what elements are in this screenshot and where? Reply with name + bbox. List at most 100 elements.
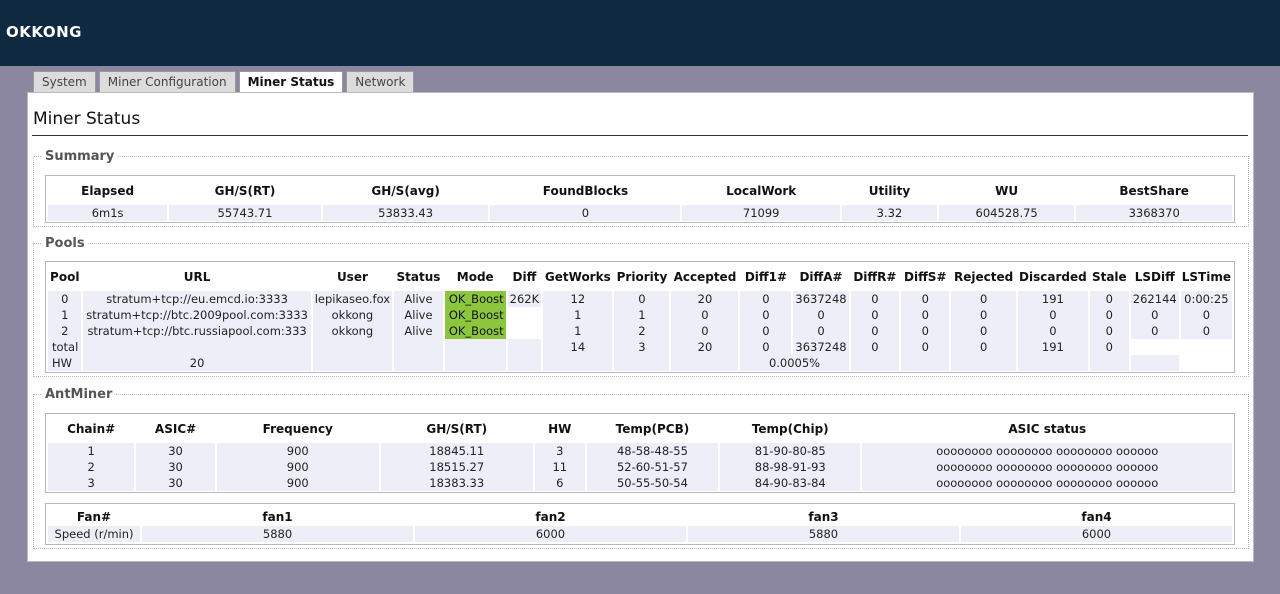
pool-cell: 262144 <box>1130 291 1179 307</box>
pool-cell: 0 <box>48 291 82 307</box>
pools-header-cell: Discarded <box>1019 269 1087 284</box>
pools-header-cell: User <box>336 269 368 284</box>
pool-blank-cell <box>394 355 443 371</box>
pool-total-cell: 0 <box>740 339 792 355</box>
pool-cell: stratum+tcp://btc.russiapool.com:333 <box>83 323 311 339</box>
pool-cell: 262K <box>507 291 542 307</box>
fan-value-cell: 6000 <box>960 526 1232 542</box>
pool-total-cell: 14 <box>543 339 613 355</box>
pool-cell: Alive <box>394 323 443 339</box>
pool-cell: 0 <box>1130 307 1179 323</box>
fan-header-cell: fan4 <box>1081 510 1112 524</box>
pool-blank-cell <box>312 355 393 371</box>
pool-row: 1 stratum+tcp://btc.2009pool.com:3333 okko… <box>48 307 1232 323</box>
pools-header-cell: LSDiff <box>1134 269 1175 284</box>
pools-legend: Pools <box>45 236 85 251</box>
chain-cell: 900 <box>216 443 379 459</box>
summary-header-cell: GH/S(RT) <box>214 183 276 198</box>
fan-header-cell: fan3 <box>808 510 839 524</box>
pool-cell: okkong <box>312 307 393 323</box>
chain-row: 3 30 900 18383.33 6 50-55-50-54 84-90-83-84 ooo… <box>48 475 1232 491</box>
pool-total-cell: 191 <box>1017 339 1088 355</box>
summary-header-cell: WU <box>995 183 1019 198</box>
pool-blank-cell <box>543 355 613 371</box>
pool-cell: 20 <box>671 291 739 307</box>
summary-table-box: Elapsed GH/S(RT) GH/S(avg) FoundBlocks Local… <box>45 175 1235 223</box>
pool-cell: 0 <box>850 307 900 323</box>
chain-row: 1 30 900 18845.11 3 48-58-48-55 81-90-80-85 ooo… <box>48 443 1232 459</box>
pool-total-cell: 3 <box>614 339 670 355</box>
pool-cell: 0 <box>951 323 1016 339</box>
fan-header-cell: fan1 <box>262 510 293 524</box>
pool-blank-cell <box>614 355 670 371</box>
pool-cell: 0 <box>850 291 900 307</box>
tab-miner-status[interactable]: Miner Status <box>238 71 344 93</box>
chain-cell: 6 <box>534 475 585 491</box>
pool-cell: lepikaseo.fox <box>312 291 393 307</box>
summary-header-cell: BestShare <box>1119 183 1189 198</box>
tab-system[interactable]: System <box>33 71 96 92</box>
pool-total-cell: 0 <box>850 339 900 355</box>
pool-total-cell: total <box>48 339 82 355</box>
summary-header-cell: Utility <box>868 183 911 198</box>
pools-header-cell: URL <box>183 269 211 284</box>
pool-row: 2 stratum+tcp://btc.russiapool.com:333 okk… <box>48 323 1232 339</box>
fans-table: Fan# fan1 fan2 fan3 fan4 Speed (r/min) 5880 60… <box>46 508 1234 542</box>
pool-cell: 2 <box>614 323 670 339</box>
pool-hw-row: HW 20 0.0005% <box>48 355 1232 371</box>
tab-miner-configuration[interactable]: Miner Configuration <box>98 71 236 92</box>
pool-total-row: total 14 3 20 0 3637248 0 0 0 191 0 <box>48 339 1232 355</box>
chain-row: 2 30 900 18515.27 11 52-60-51-57 88-98-91-93 oo… <box>48 459 1232 475</box>
pool-cell: 0 <box>793 323 849 339</box>
pool-total-cell <box>1181 339 1232 355</box>
pools-header-cell: Stale <box>1091 269 1127 284</box>
pools-header-cell: Diff <box>512 269 537 284</box>
title-divider <box>32 135 1248 136</box>
pool-cell: stratum+tcp://eu.emcd.io:3333 <box>83 291 311 307</box>
summary-value-cell: 55743.71 <box>169 205 321 221</box>
chain-cell: 30 <box>136 459 215 475</box>
pools-header-cell: LSTime <box>1181 269 1231 284</box>
chain-header-cell: Temp(Chip) <box>751 421 829 436</box>
hw-rate: 0.0005% <box>740 355 849 371</box>
chain-cell: 30 <box>136 443 215 459</box>
tab-network[interactable]: Network <box>346 71 415 92</box>
summary-legend: Summary <box>45 149 115 164</box>
pools-table-box: Pool URL User Status Mode Diff GetWorks Priorit… <box>45 261 1235 373</box>
summary-value-cell: 6m1s <box>48 205 168 221</box>
summary-value-cell: 604528.75 <box>938 205 1075 221</box>
pool-blank-cell <box>507 355 542 371</box>
pool-cell <box>508 323 542 339</box>
fan-header-cell: Fan# <box>76 510 112 524</box>
brand-logo: OKKONG <box>6 23 82 41</box>
pool-cell: 0 <box>901 291 950 307</box>
pool-total-cell <box>507 339 542 355</box>
hw-value: 20 <box>83 355 311 371</box>
fans-table-box: Fan# fan1 fan2 fan3 fan4 Speed (r/min) 5880 60… <box>45 503 1235 545</box>
chain-cell: 2 <box>48 459 135 475</box>
pool-cell: OK_Boost <box>444 323 506 339</box>
pool-cell: 0:00:25 <box>1180 291 1232 307</box>
pool-cell: OK_Boost <box>444 307 506 323</box>
pool-total-cell: 20 <box>671 339 739 355</box>
pool-blank-cell <box>1017 355 1088 371</box>
chain-cell: 3 <box>48 475 135 491</box>
pool-cell: 0 <box>850 323 900 339</box>
pool-cell: 0 <box>1130 323 1179 339</box>
chain-cell: 18515.27 <box>380 459 533 475</box>
pool-cell: 0 <box>740 323 792 339</box>
summary-header-cell: Elapsed <box>81 183 135 198</box>
chain-header-cell: Frequency <box>262 421 333 436</box>
summary-value-cell: 3368370 <box>1076 205 1232 221</box>
chain-cell: 88-98-91-93 <box>720 459 861 475</box>
summary-header-cell: FoundBlocks <box>542 183 629 198</box>
top-header: OKKONG <box>0 0 1280 66</box>
pool-blank-cell <box>951 355 1016 371</box>
pool-total-cell: 0 <box>951 339 1016 355</box>
pool-cell: 0 <box>951 291 1016 307</box>
content-panel: Miner Status Summary Elapsed GH/S(RT) GH/S… <box>27 92 1254 562</box>
pool-cell: 0 <box>1017 307 1088 323</box>
pool-cell: OK_Boost <box>444 291 506 307</box>
pools-header-cell: Accepted <box>673 269 737 284</box>
pools-header-cell: Mode <box>456 269 494 284</box>
